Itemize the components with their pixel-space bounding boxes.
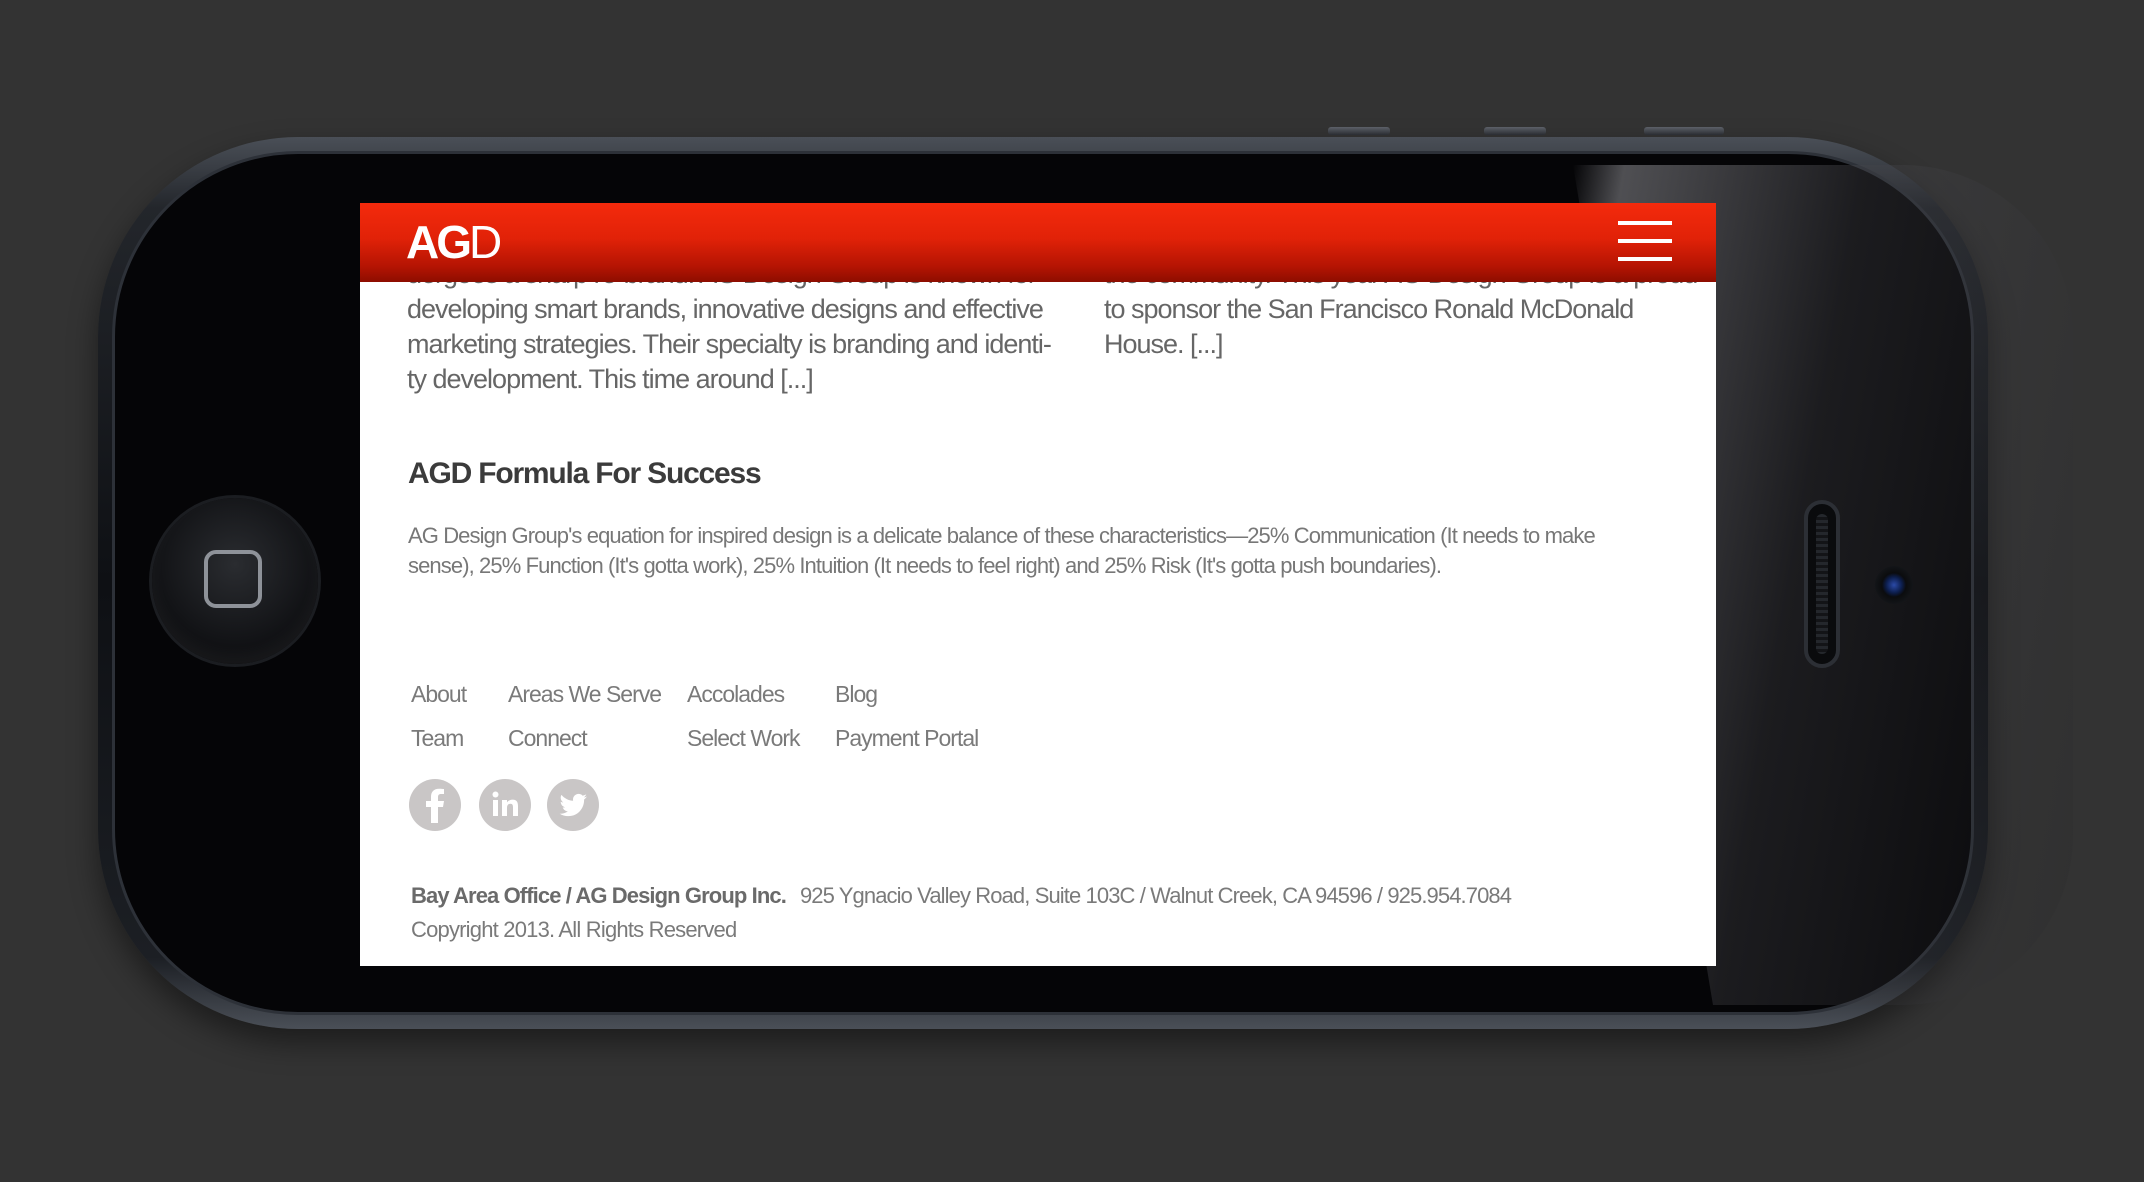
logo-bold-text: AG — [406, 216, 472, 268]
front-camera — [1875, 566, 1913, 604]
volume-button — [1484, 127, 1546, 135]
volume-button — [1328, 127, 1390, 135]
office-street-address: 925 Ygnacio Valley Road, Suite 103C / Wa… — [799, 883, 1512, 908]
formula-body: AG Design Group's equation for inspired … — [408, 521, 1678, 581]
office-name: Bay Area Office / AG Design Group Inc. — [411, 883, 787, 908]
teaser-line: developing smart brands, innovative desi… — [407, 294, 1044, 324]
footer-link-areas-we-serve[interactable]: Areas We Serve — [508, 681, 662, 708]
footer-link-blog[interactable]: Blog — [835, 681, 878, 708]
formula-title: AGD Formula For Success — [408, 457, 762, 490]
page-content: dergoes a sharp re-brand. AG Design Grou… — [360, 203, 1716, 966]
facebook-icon[interactable] — [409, 779, 461, 831]
teaser-line: to sponsor the San Francisco Ronald McDo… — [1104, 294, 1634, 324]
footer-link-payment-portal[interactable]: Payment Portal — [835, 725, 979, 752]
footer-link-connect[interactable]: Connect — [508, 725, 588, 752]
earpiece-speaker — [1804, 500, 1840, 668]
home-button[interactable] — [152, 498, 318, 664]
formula-body-line: AG Design Group's equation for inspired … — [408, 523, 1596, 548]
teaser-line: marketing strategies. Their specialty is… — [407, 329, 1052, 359]
phone-screen: dergoes a sharp re-brand. AG Design Grou… — [360, 203, 1716, 966]
teaser-line: ty development. This time around [...] — [407, 364, 814, 394]
agd-logo[interactable]: AGD — [406, 216, 502, 268]
site-header: AGD — [360, 203, 1716, 282]
office-address: Bay Area Office / AG Design Group Inc. 92… — [411, 883, 1512, 909]
logo-light-text: D — [469, 216, 502, 268]
hamburger-menu-icon[interactable] — [1618, 221, 1672, 261]
footer-link-team[interactable]: Team — [411, 725, 464, 752]
home-square-icon — [204, 550, 262, 608]
footer-link-accolades[interactable]: Accolades — [687, 681, 785, 708]
linkedin-icon[interactable] — [479, 779, 531, 831]
footer-link-about[interactable]: About — [411, 681, 467, 708]
footer-link-select-work[interactable]: Select Work — [687, 725, 801, 752]
teaser-line: House. [...] — [1104, 329, 1224, 359]
formula-body-line: sense), 25% Function (It's gotta work), … — [408, 553, 1442, 578]
copyright-text: Copyright 2013. All Rights Reserved — [411, 917, 737, 942]
power-button — [1644, 127, 1724, 135]
twitter-icon[interactable] — [547, 779, 599, 831]
